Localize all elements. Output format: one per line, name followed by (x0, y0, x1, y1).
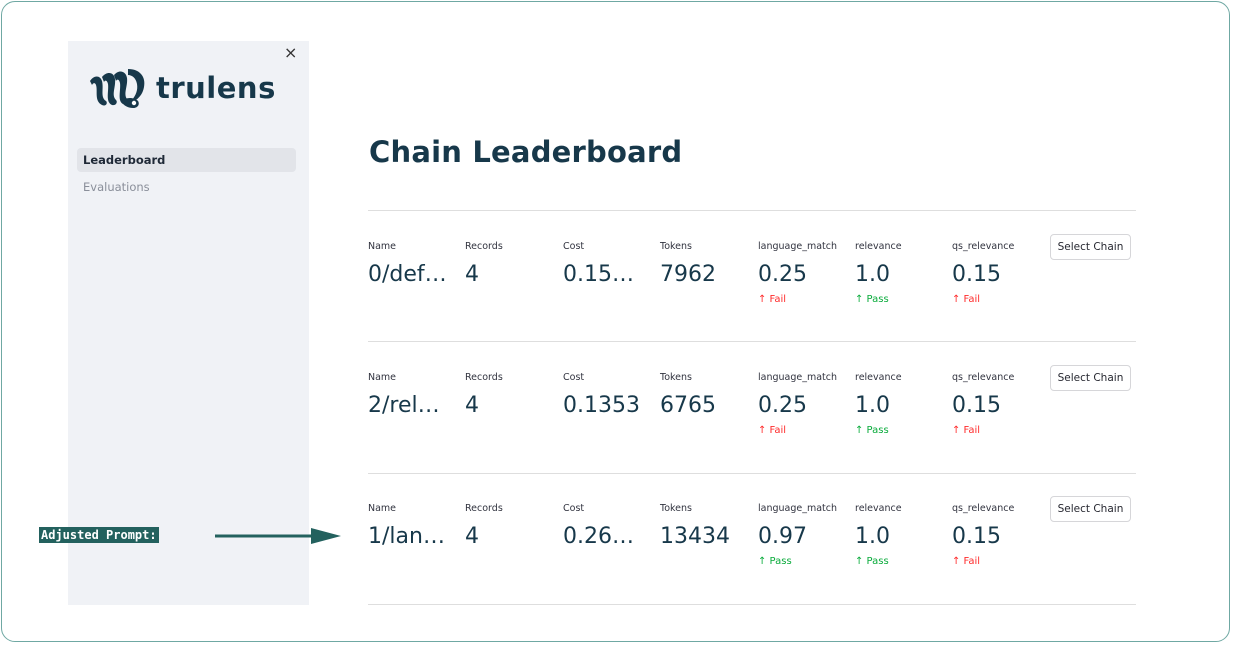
relevance-cell: relevance 1.0 ↑ Pass (855, 371, 902, 437)
name-cell: Name 0/def… (368, 240, 447, 288)
cost-cell: Cost 0.26… (563, 502, 634, 550)
qs-relevance-cell: qs_relevance 0.15 ↑ Fail (952, 240, 1014, 306)
tokens-cell: Tokens 7962 (660, 240, 716, 288)
chain-name: 0/def… (368, 262, 447, 287)
sidebar: × trulens Leaderboard Evaluations (68, 41, 309, 605)
qs-relevance-value: 0.15 (952, 262, 1001, 287)
column-label: Records (465, 372, 503, 383)
select-chain-button[interactable]: Select Chain (1050, 496, 1131, 522)
records-value: 4 (465, 262, 479, 287)
language-match-delta: ↑ Fail (758, 425, 787, 436)
qs-relevance-value: 0.15 (952, 393, 1001, 418)
qs-relevance-value: 0.15 (952, 524, 1001, 549)
logo: trulens (86, 67, 276, 109)
row-divider (368, 210, 1136, 211)
row-divider (368, 604, 1136, 605)
tokens-cell: Tokens 13434 (660, 502, 730, 550)
records-cell: Records 4 (465, 371, 503, 419)
row-divider (368, 473, 1136, 474)
relevance-cell: relevance 1.0 ↑ Pass (855, 240, 902, 306)
leaderboard-row: Name 0/def… Records 4 Cost 0.15… Tokens … (368, 234, 1136, 320)
relevance-delta: ↑ Pass (855, 294, 889, 305)
records-value: 4 (465, 524, 479, 549)
select-chain-button[interactable]: Select Chain (1050, 234, 1131, 260)
qs-relevance-cell: qs_relevance 0.15 ↑ Fail (952, 502, 1014, 568)
column-label: Tokens (660, 372, 692, 383)
leaderboard-row: Name 1/lan… Records 4 Cost 0.26… Tokens … (368, 496, 1136, 582)
qs-relevance-delta: ↑ Fail (952, 294, 981, 305)
column-label: language_match (758, 241, 838, 252)
relevance-value: 1.0 (855, 262, 890, 287)
tokens-cell: Tokens 6765 (660, 371, 716, 419)
column-label: Cost (563, 503, 585, 514)
row-divider (368, 341, 1136, 342)
select-chain-button[interactable]: Select Chain (1050, 365, 1131, 391)
adjusted-prompt-annotation: Adjusted Prompt: (39, 527, 159, 543)
qs-relevance-delta: ↑ Fail (952, 556, 981, 567)
column-label: qs_relevance (952, 241, 1015, 252)
language-match-delta: ↑ Fail (758, 294, 787, 305)
language-match-cell: language_match 0.25 ↑ Fail (758, 371, 837, 437)
qs-relevance-cell: qs_relevance 0.15 ↑ Fail (952, 371, 1014, 437)
column-label: Records (465, 503, 503, 514)
language-match-cell: language_match 0.97 ↑ Pass (758, 502, 837, 568)
sidebar-item-evaluations[interactable]: Evaluations (77, 175, 296, 199)
column-label: relevance (855, 241, 902, 252)
column-label: Tokens (660, 241, 692, 252)
language-match-value: 0.25 (758, 262, 807, 287)
column-label: Name (368, 241, 397, 252)
language-match-value: 0.97 (758, 524, 807, 549)
cost-cell: Cost 0.1353 (563, 371, 640, 419)
leaderboard-row: Name 2/rel… Records 4 Cost 0.1353 Tokens… (368, 365, 1136, 451)
column-label: language_match (758, 503, 838, 514)
relevance-value: 1.0 (855, 524, 890, 549)
records-cell: Records 4 (465, 502, 503, 550)
page-title: Chain Leaderboard (369, 135, 683, 169)
column-label: qs_relevance (952, 372, 1015, 383)
name-cell: Name 1/lan… (368, 502, 445, 550)
column-label: Name (368, 372, 397, 383)
sidebar-item-leaderboard[interactable]: Leaderboard (77, 148, 296, 172)
column-label: Cost (563, 241, 585, 252)
records-cell: Records 4 (465, 240, 503, 288)
trulens-squid-logo-icon (90, 69, 145, 108)
relevance-value: 1.0 (855, 393, 890, 418)
column-label: qs_relevance (952, 503, 1015, 514)
language-match-delta: ↑ Pass (758, 556, 792, 567)
column-label: Records (465, 241, 503, 252)
language-match-value: 0.25 (758, 393, 807, 418)
column-label: Tokens (660, 503, 692, 514)
tokens-value: 6765 (660, 393, 716, 418)
qs-relevance-delta: ↑ Fail (952, 425, 981, 436)
tokens-value: 7962 (660, 262, 716, 287)
relevance-delta: ↑ Pass (855, 425, 889, 436)
sidebar-nav: Leaderboard Evaluations (77, 148, 296, 202)
language-match-cell: language_match 0.25 ↑ Fail (758, 240, 837, 306)
relevance-delta: ↑ Pass (855, 556, 889, 567)
tokens-value: 13434 (660, 524, 730, 549)
relevance-cell: relevance 1.0 ↑ Pass (855, 502, 902, 568)
column-label: language_match (758, 372, 838, 383)
close-icon[interactable]: × (284, 45, 297, 61)
chain-name: 1/lan… (368, 524, 445, 549)
cost-cell: Cost 0.15… (563, 240, 634, 288)
column-label: Cost (563, 372, 585, 383)
right-arrow-icon (215, 528, 341, 544)
logo-text: trulens (156, 71, 276, 105)
cost-value: 0.1353 (563, 393, 640, 418)
column-label: Name (368, 503, 397, 514)
cost-value: 0.15… (563, 262, 634, 287)
column-label: relevance (855, 372, 902, 383)
chain-name: 2/rel… (368, 393, 440, 418)
name-cell: Name 2/rel… (368, 371, 440, 419)
records-value: 4 (465, 393, 479, 418)
cost-value: 0.26… (563, 524, 634, 549)
column-label: relevance (855, 503, 902, 514)
